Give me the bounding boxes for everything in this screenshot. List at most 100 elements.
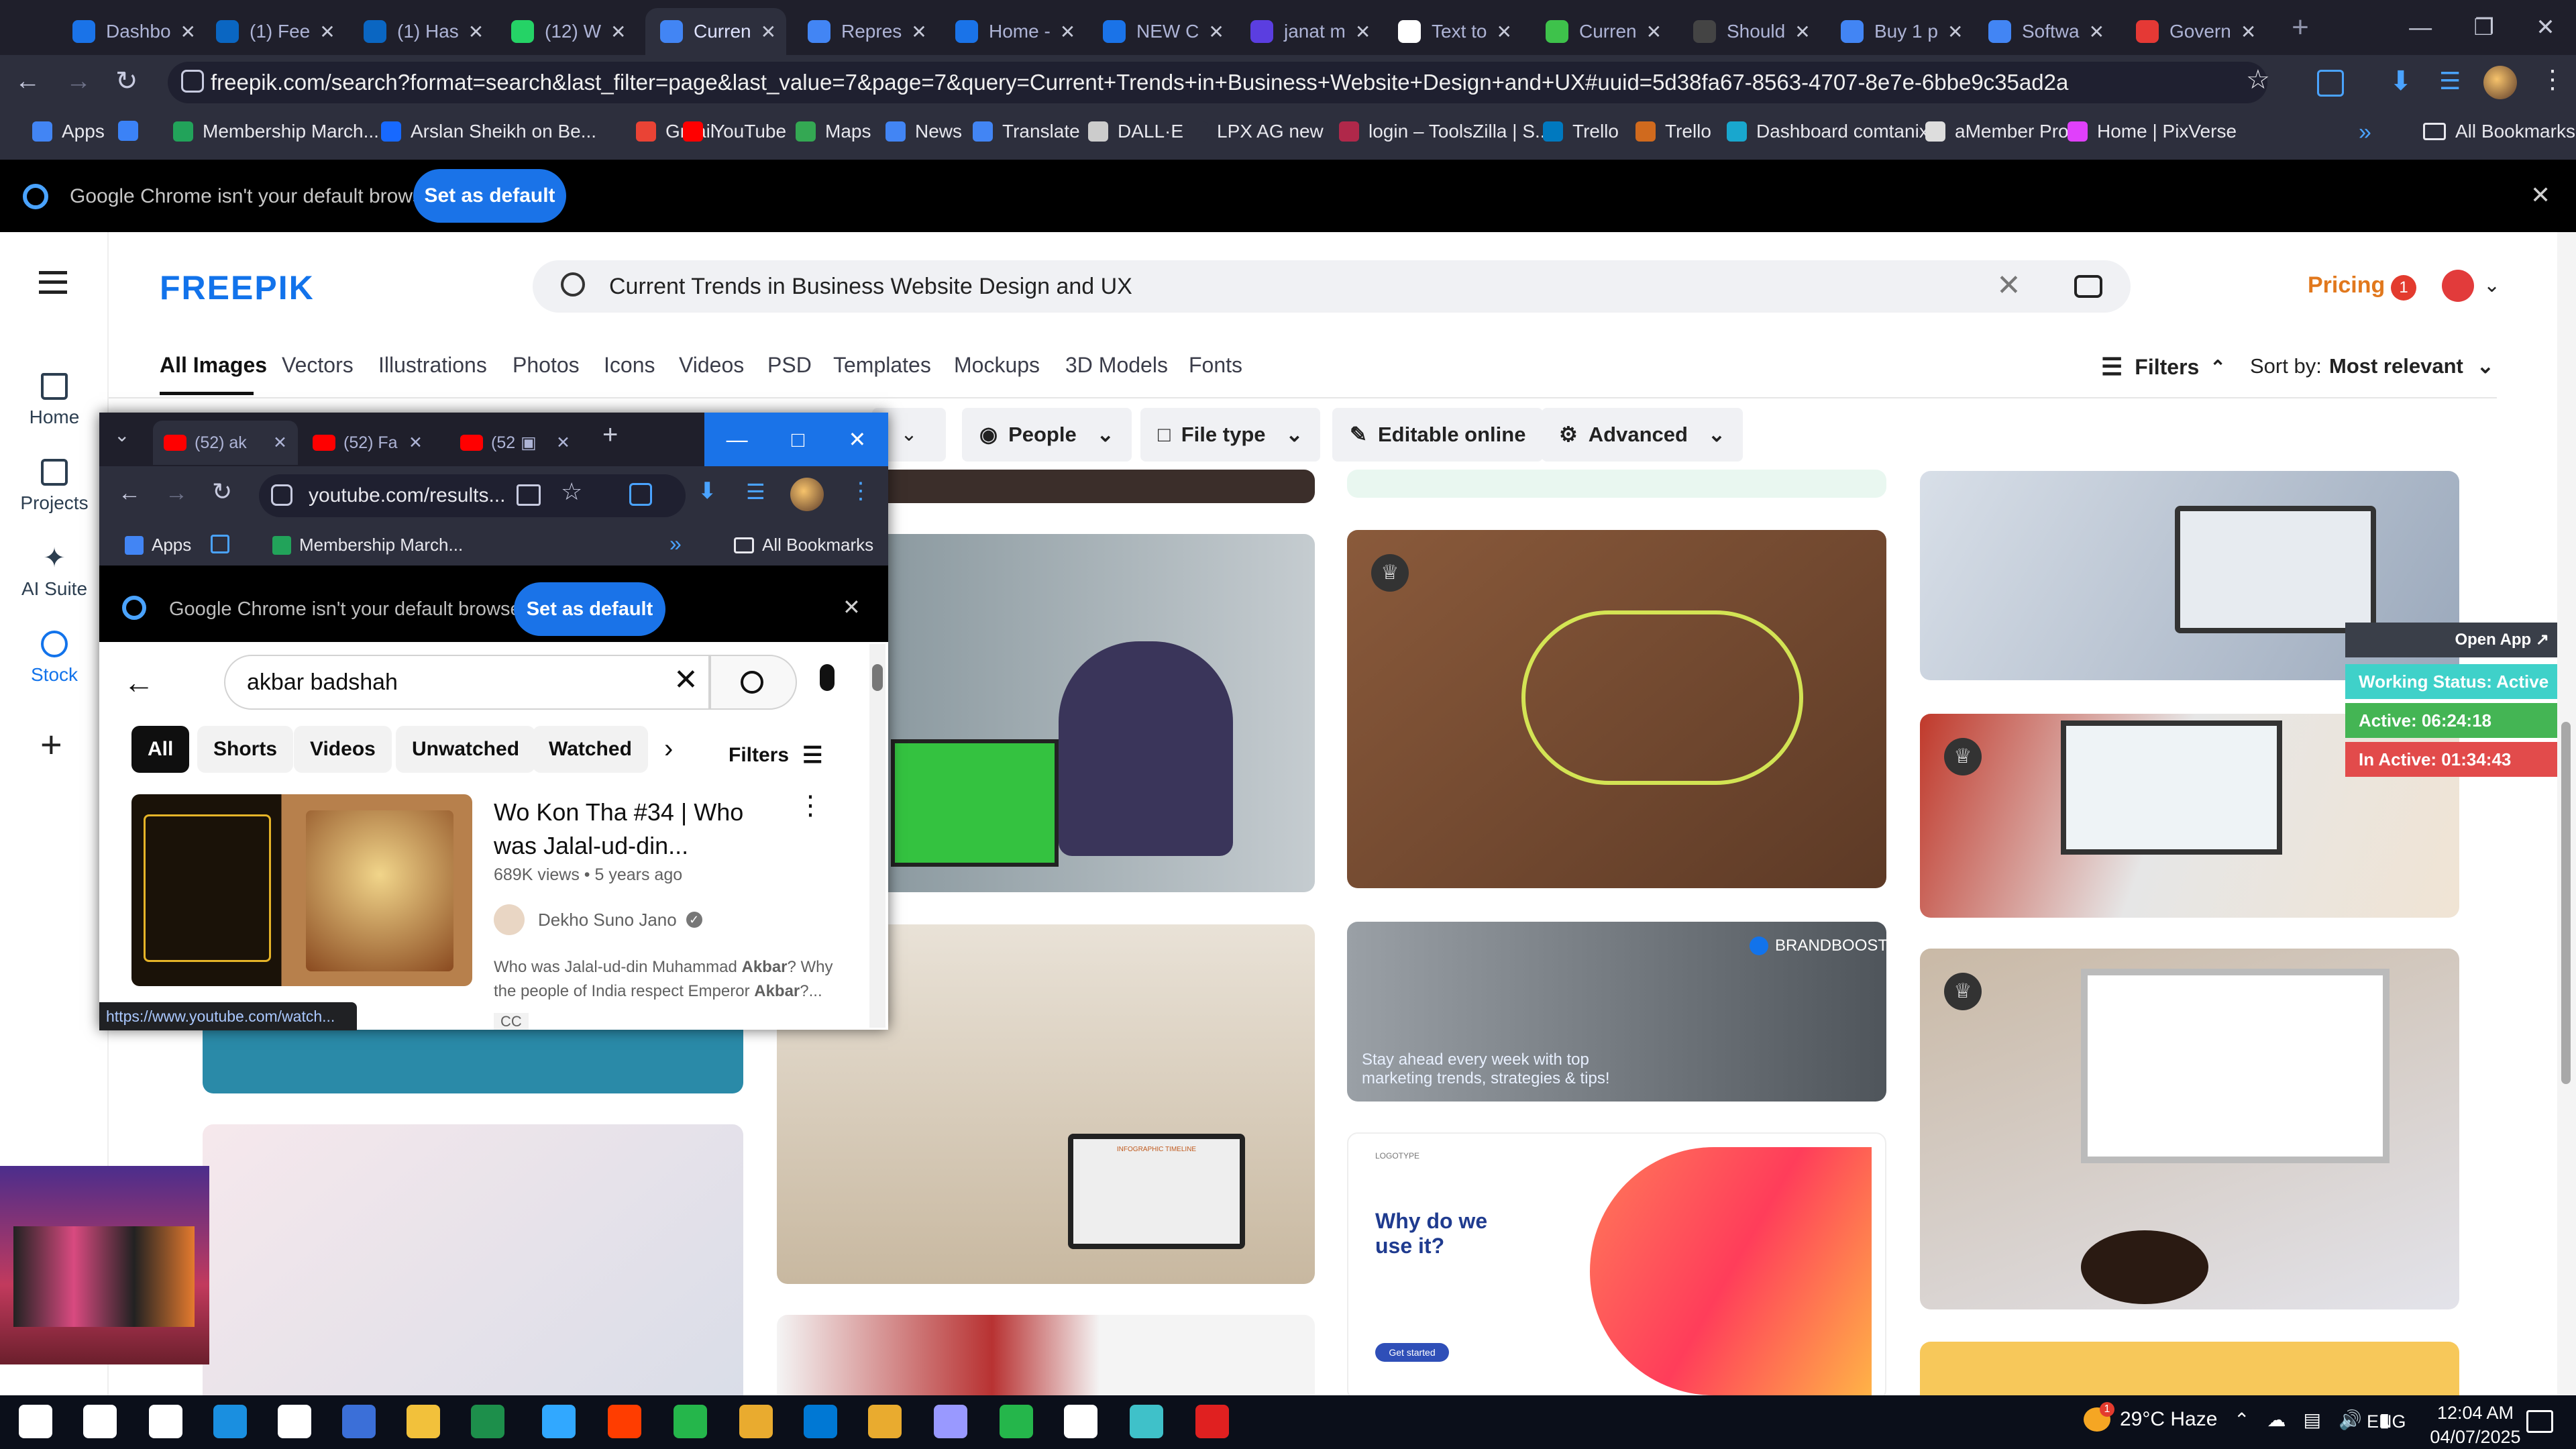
scrollbar-thumb[interactable] <box>2561 722 2571 1084</box>
yt-filter-chip-all[interactable]: All <box>131 726 190 773</box>
yt-filter-chip-unwatched[interactable]: Unwatched <box>396 726 536 773</box>
terminal-icon[interactable] <box>407 1405 440 1438</box>
chevron-up-icon[interactable]: ⌃ <box>2234 1409 2249 1431</box>
infobar-close-icon[interactable]: ✕ <box>843 594 861 620</box>
bookmark-item[interactable]: login – ToolsZilla | S... <box>1339 121 1550 142</box>
microphone-icon[interactable] <box>820 664 835 691</box>
clear-search-icon[interactable]: ✕ <box>1996 268 2021 303</box>
yt-address-bar[interactable]: youtube.com/results... <box>259 474 686 517</box>
clear-search-icon[interactable]: ✕ <box>674 663 698 697</box>
add-icon[interactable]: + <box>40 726 62 763</box>
yt-tab[interactable]: (52 ▣ ✕ <box>449 421 581 465</box>
downloads-icon[interactable]: ⬇ <box>2390 66 2412 97</box>
people-filter[interactable]: ◉ People ⌄ <box>962 408 1132 462</box>
bookmark-item[interactable]: Dashboard comtanix <box>1727 121 1929 142</box>
weather-widget[interactable]: 1 29°C Haze <box>2084 1402 2217 1432</box>
content-tab-all-images[interactable]: All Images <box>160 353 267 378</box>
calculator-icon[interactable] <box>1195 1405 1229 1438</box>
bookmark-star-icon[interactable]: ☆ <box>2246 64 2270 95</box>
media-icon[interactable]: ☰ <box>2439 67 2461 95</box>
extensions-icon[interactable] <box>2317 70 2344 97</box>
yt-bookmark-apps[interactable]: Apps <box>125 535 191 555</box>
image-card[interactable] <box>1347 470 1886 498</box>
set-default-button[interactable]: Set as default <box>514 582 665 636</box>
close-icon[interactable]: ✕ <box>409 433 423 453</box>
browser-menu-icon[interactable]: ⋮ <box>849 478 872 504</box>
volume-icon[interactable]: 🔊 <box>2339 1409 2362 1431</box>
onedrive-icon[interactable]: ☁ <box>2267 1409 2286 1431</box>
content-tab-photos[interactable]: Photos <box>513 353 580 378</box>
image-card[interactable]: ♕ <box>1920 949 2459 1309</box>
forward-icon[interactable]: → <box>165 480 188 506</box>
content-tab-illustrations[interactable]: Illustrations <box>378 353 487 378</box>
close-icon[interactable]: ✕ <box>273 433 287 453</box>
back-icon[interactable]: ← <box>118 480 141 506</box>
close-tab-icon[interactable]: ✕ <box>1346 21 1371 43</box>
browser-tab[interactable]: Text to ✕ <box>1383 8 1524 55</box>
photoshop-icon[interactable] <box>674 1405 707 1438</box>
bookmarks-overflow-icon[interactable]: » <box>2359 119 2371 146</box>
close-tab-icon[interactable]: ✕ <box>2080 21 2104 43</box>
yt-filter-chip-videos[interactable]: Videos <box>294 726 392 773</box>
page-scrollbar[interactable] <box>2557 232 2576 1395</box>
bookmark-item[interactable]: Home | PixVerse <box>2068 121 2237 142</box>
bookmark-item[interactable]: aMember Pro <box>1925 121 2069 142</box>
cortana-icon[interactable] <box>149 1405 182 1438</box>
editable-online-filter[interactable]: ✎ Editable online <box>1332 408 1544 462</box>
content-tab-templates[interactable]: Templates <box>833 353 931 378</box>
video-thumbnail[interactable] <box>131 794 472 986</box>
clock[interactable]: 12:04 AM 04/07/2025 <box>2428 1401 2522 1449</box>
content-tab-mockups[interactable]: Mockups <box>954 353 1040 378</box>
grid-icon[interactable] <box>211 535 229 553</box>
chevron-down-icon[interactable]: ⌄ <box>2483 274 2500 297</box>
image-card[interactable] <box>203 1124 743 1406</box>
close-tab-icon[interactable]: ✕ <box>1637 21 1662 43</box>
open-app-button[interactable]: Open App ↗ <box>2345 623 2560 657</box>
channel-link[interactable]: Dekho Suno Jano ✓ <box>494 904 702 935</box>
task-view-icon[interactable] <box>213 1405 247 1438</box>
pen-icon[interactable] <box>342 1405 376 1438</box>
image-card[interactable]: LOGOTYPE Why do we use it? Get started <box>1347 1132 1886 1401</box>
back-arrow-icon[interactable]: ← <box>123 664 154 700</box>
browser-tab[interactable]: Buy 1 p ✕ <box>1826 8 1967 55</box>
infobar-close-icon[interactable]: ✕ <box>2530 181 2551 209</box>
chrome-profile-icon[interactable] <box>1000 1405 1033 1438</box>
phone-icon[interactable] <box>804 1405 837 1438</box>
bookmarks-overflow-icon[interactable]: » <box>669 531 682 556</box>
close-icon[interactable]: ✕ <box>556 433 570 453</box>
close-tab-icon[interactable]: ✕ <box>1785 21 1810 43</box>
close-tab-icon[interactable]: ✕ <box>1487 21 1511 43</box>
profile-avatar[interactable] <box>790 478 824 511</box>
content-tab-icons[interactable]: Icons <box>604 353 655 378</box>
new-tab-icon[interactable]: + <box>2284 12 2317 46</box>
notifications-icon[interactable] <box>2526 1410 2553 1433</box>
content-tab-fonts[interactable]: Fonts <box>1189 353 1242 378</box>
site-info-icon[interactable] <box>271 484 292 506</box>
yt-bookmark-membership[interactable]: Membership March... <box>272 535 463 555</box>
browser-menu-icon[interactable]: ⋮ <box>2540 64 2565 95</box>
notification-badge[interactable]: 1 <box>2391 275 2416 301</box>
image-card[interactable] <box>777 1315 1315 1409</box>
bookmark-item[interactable]: Trello <box>1635 121 1711 142</box>
illustrator-icon[interactable] <box>739 1405 773 1438</box>
advanced-filter[interactable]: ⚙ Advanced ⌄ <box>1542 408 1743 462</box>
premiere-icon[interactable] <box>1064 1405 1097 1438</box>
app-icon[interactable] <box>471 1405 504 1438</box>
sort-select[interactable]: Most relevant ⌄ <box>2329 354 2494 378</box>
yt-all-bookmarks[interactable]: All Bookmarks <box>734 535 873 555</box>
yt-new-tab-icon[interactable]: + <box>602 420 618 450</box>
user-avatar[interactable] <box>2442 270 2474 302</box>
all-bookmarks[interactable]: All Bookmarks <box>2423 121 2575 142</box>
phone-icon[interactable] <box>1130 1405 1163 1438</box>
close-icon[interactable]: ✕ <box>2536 14 2555 41</box>
yt-tab[interactable]: (52) ak ✕ <box>153 421 298 465</box>
minimize-icon[interactable]: — <box>727 427 748 452</box>
extensions-icon[interactable] <box>629 483 652 506</box>
language-indicator[interactable]: ENG <box>2367 1411 2406 1432</box>
profile-avatar[interactable] <box>2483 66 2517 99</box>
browser-tab[interactable]: Softwa ✕ <box>1974 8 2114 55</box>
minimize-icon[interactable]: — <box>2409 15 2432 41</box>
content-tab-psd[interactable]: PSD <box>767 353 812 378</box>
nav-stock[interactable]: Stock <box>0 631 109 686</box>
browser-tab[interactable]: Curren ✕ <box>1531 8 1672 55</box>
